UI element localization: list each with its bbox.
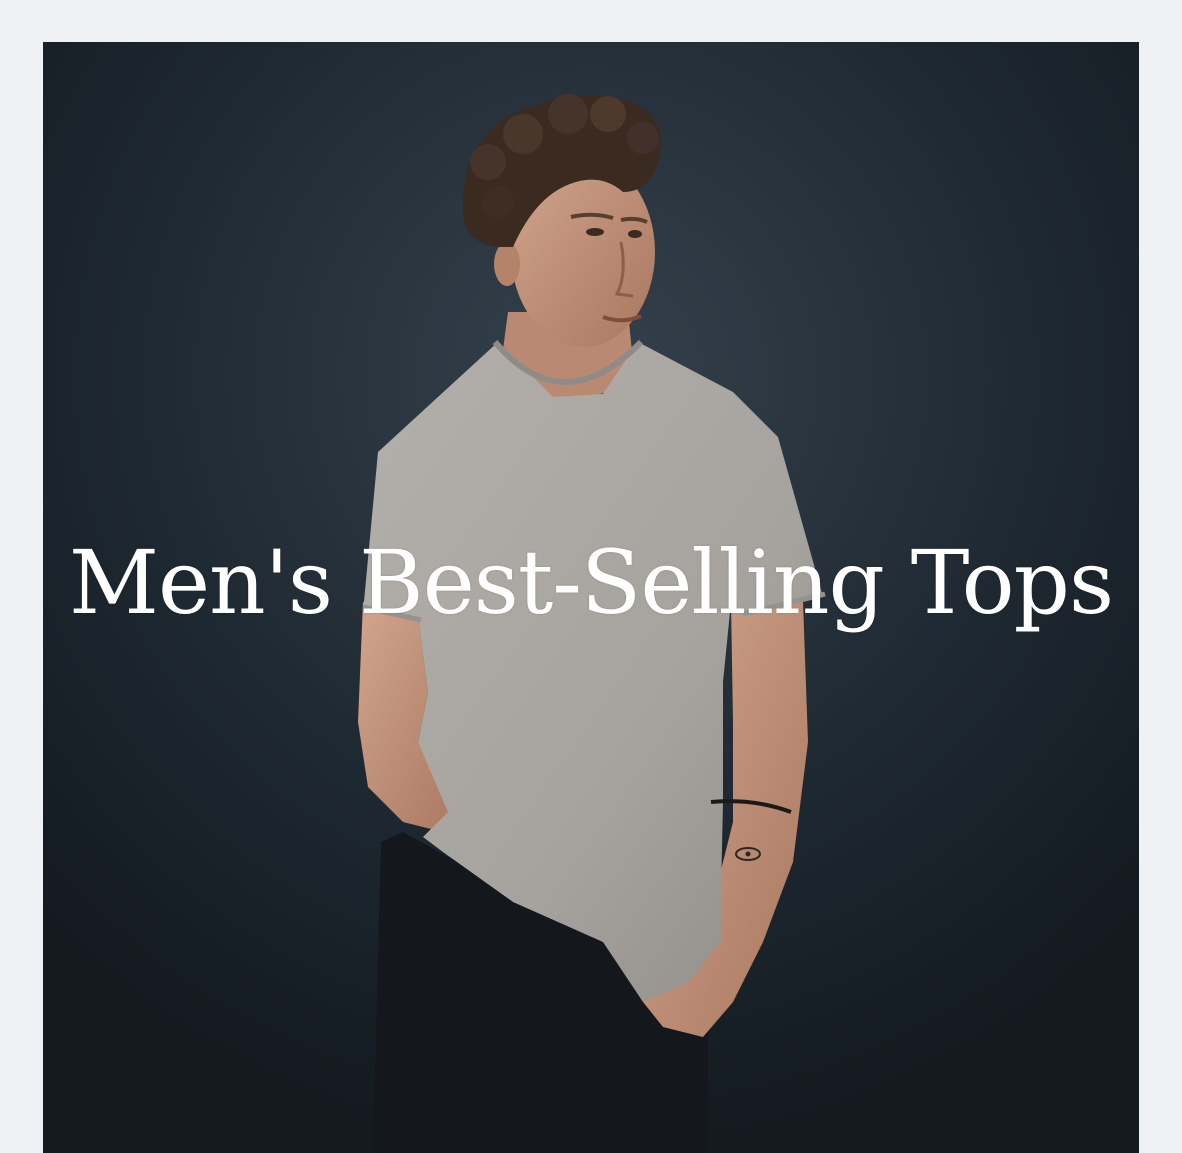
hero-banner[interactable]: Men's Best-Selling Tops bbox=[43, 42, 1139, 1153]
hero-headline: Men's Best-Selling Tops bbox=[68, 531, 1114, 634]
